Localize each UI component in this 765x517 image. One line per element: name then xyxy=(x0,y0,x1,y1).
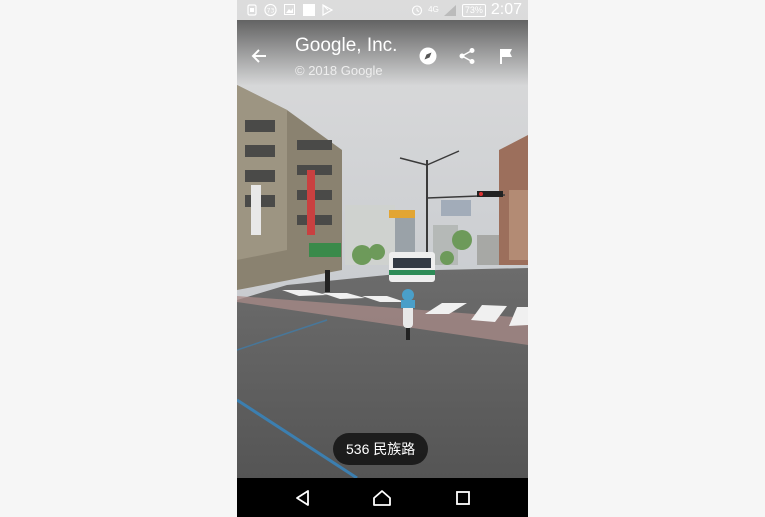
image-icon xyxy=(283,3,296,16)
signal-icon xyxy=(444,4,457,17)
street-view-header: Google, Inc. © 2018 Google xyxy=(237,20,528,86)
share-button[interactable] xyxy=(457,46,477,66)
report-button[interactable] xyxy=(496,46,516,66)
nav-back-button[interactable] xyxy=(293,488,313,508)
square-icon xyxy=(302,3,315,16)
back-icon xyxy=(296,490,309,506)
arrow-back-icon xyxy=(251,49,266,63)
svg-text:73: 73 xyxy=(267,7,275,14)
notification-count-icon: 73 xyxy=(264,3,277,16)
sim-icon xyxy=(245,3,258,16)
compass-button[interactable] xyxy=(418,46,438,66)
address-pill[interactable]: 536 民族路 xyxy=(333,433,429,465)
status-bar: 73 4G 73% 2:07 xyxy=(237,0,528,20)
home-icon xyxy=(373,490,391,506)
nav-recents-button[interactable] xyxy=(453,488,473,508)
recents-icon xyxy=(456,491,470,505)
navigation-bar xyxy=(237,478,528,517)
play-store-icon xyxy=(321,3,334,16)
compass-icon xyxy=(419,47,437,65)
phone-screen: 73 4G 73% 2:07 Google, Inc. © 2018 Googl… xyxy=(237,0,528,517)
battery-icon: 73% xyxy=(461,3,486,17)
status-time: 2:07 xyxy=(490,1,522,18)
nav-home-button[interactable] xyxy=(372,488,392,508)
network-type: 4G xyxy=(428,5,439,14)
share-icon xyxy=(459,48,475,64)
back-button[interactable] xyxy=(249,46,269,66)
copyright-text: © 2018 Google xyxy=(295,63,383,78)
alarm-icon xyxy=(410,4,423,17)
page-title: Google, Inc. xyxy=(295,35,398,56)
flag-icon xyxy=(500,49,512,64)
